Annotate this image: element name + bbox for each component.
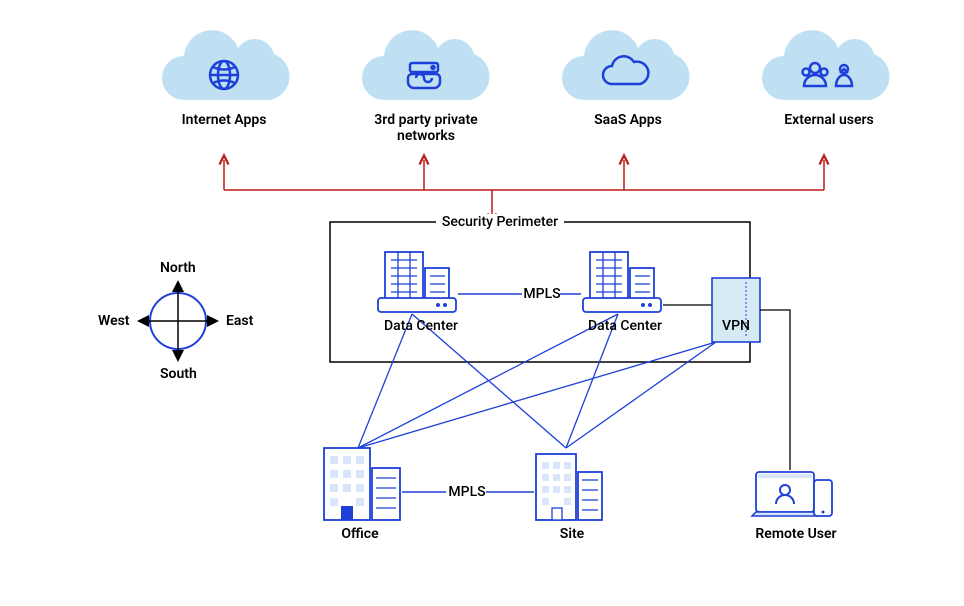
label-external-users: External users xyxy=(774,112,884,128)
cloud-external-users xyxy=(762,30,889,100)
label-mpls-1: MPLS xyxy=(522,286,562,302)
network-diagram: Internet Apps 3rd party private networks… xyxy=(0,0,964,606)
label-office: Office xyxy=(320,526,400,542)
label-saas: SaaS Apps xyxy=(578,112,678,128)
office-building xyxy=(324,448,400,520)
label-remote-user: Remote User xyxy=(746,526,846,542)
compass-west: West xyxy=(98,313,130,329)
site-building xyxy=(536,454,602,520)
remote-user-device xyxy=(752,472,832,516)
diagram-svg xyxy=(0,0,964,606)
compass-north: North xyxy=(160,260,196,276)
vpn-to-remote-user xyxy=(760,310,790,470)
cloud-internet-apps xyxy=(162,30,289,100)
cloud-third-party xyxy=(362,30,489,100)
cloud-saas xyxy=(562,30,689,100)
data-center-2 xyxy=(583,252,661,312)
label-third-party: 3rd party private networks xyxy=(356,112,496,144)
label-mpls-2: MPLS xyxy=(446,484,488,500)
label-dc1: Data Center xyxy=(376,318,466,334)
compass xyxy=(140,283,216,359)
compass-east: East xyxy=(226,313,253,329)
mesh-lines xyxy=(358,314,716,448)
label-dc2: Data Center xyxy=(580,318,670,334)
label-vpn: VPN xyxy=(716,318,756,334)
label-security-perimeter: Security Perimeter xyxy=(436,214,564,230)
compass-south: South xyxy=(160,366,197,382)
label-site: Site xyxy=(532,526,612,542)
data-center-1 xyxy=(378,252,456,312)
label-internet-apps: Internet Apps xyxy=(164,112,284,128)
